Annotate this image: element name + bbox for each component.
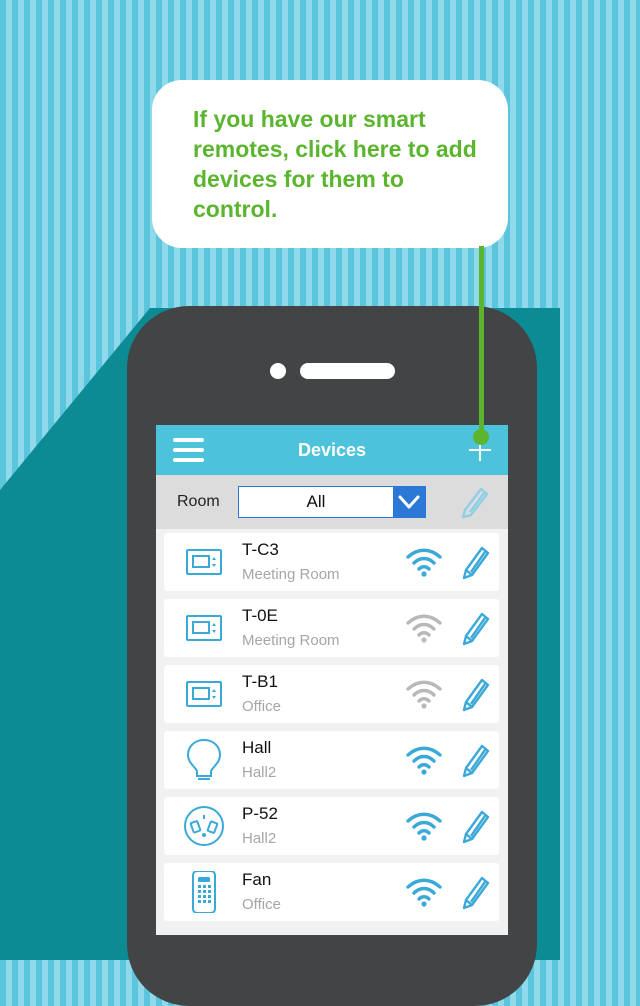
wifi-icon xyxy=(405,811,443,841)
device-room: Hall2 xyxy=(242,764,277,781)
list-item[interactable]: T-C3 Meeting Room xyxy=(164,533,499,591)
pencil-icon[interactable] xyxy=(459,874,491,910)
wifi-icon xyxy=(405,877,443,907)
pencil-icon[interactable] xyxy=(459,610,491,646)
device-room: Hall2 xyxy=(242,830,277,847)
app-screen: Devices Room All T-C3 Meeting Room T-0E Mee… xyxy=(156,425,508,935)
pencil-icon[interactable] xyxy=(459,544,491,580)
chevron-down-icon xyxy=(393,487,425,517)
page-title: Devices xyxy=(297,440,367,460)
list-item[interactable]: P-52 Hall2 xyxy=(164,797,499,855)
device-name: T-B1 xyxy=(242,672,278,691)
room-select-value: All xyxy=(306,492,326,511)
list-item[interactable]: Hall Hall2 xyxy=(164,731,499,789)
pencil-icon[interactable] xyxy=(459,742,491,778)
plug-icon xyxy=(182,805,226,847)
app-header: Devices xyxy=(156,425,508,475)
wifi-icon xyxy=(405,745,443,775)
device-room: Meeting Room xyxy=(242,566,340,583)
lightbulb-icon xyxy=(182,738,226,781)
room-filter-bar: Room All xyxy=(156,475,508,529)
room-select[interactable]: All xyxy=(238,486,426,518)
list-item[interactable]: T-0E Meeting Room xyxy=(164,599,499,657)
remote-control-icon xyxy=(182,870,226,914)
thermostat-icon xyxy=(182,541,226,583)
callout-text: If you have our smart remotes, click her… xyxy=(193,106,477,222)
pencil-icon[interactable] xyxy=(458,485,490,519)
callout-connector-dot xyxy=(473,429,489,445)
phone-speaker xyxy=(300,363,395,379)
device-name: T-0E xyxy=(242,606,278,625)
pencil-icon[interactable] xyxy=(459,808,491,844)
device-room: Meeting Room xyxy=(242,632,340,649)
phone-camera xyxy=(270,363,286,379)
pencil-icon[interactable] xyxy=(459,676,491,712)
tooltip-callout: If you have our smart remotes, click her… xyxy=(152,80,508,248)
device-room: Office xyxy=(242,896,281,913)
device-name: T-C3 xyxy=(242,540,279,559)
room-label: Room xyxy=(177,493,220,510)
wifi-icon xyxy=(405,679,443,709)
device-name: P-52 xyxy=(242,804,278,823)
device-name: Hall xyxy=(242,738,272,757)
wifi-icon xyxy=(405,613,443,643)
thermostat-icon xyxy=(182,673,226,715)
callout-connector xyxy=(479,246,484,436)
list-item[interactable]: Fan Office xyxy=(164,863,499,921)
thermostat-icon xyxy=(182,607,226,649)
device-room: Office xyxy=(242,698,281,715)
list-item[interactable]: T-B1 Office xyxy=(164,665,499,723)
wifi-icon xyxy=(405,547,443,577)
device-name: Fan xyxy=(242,870,272,889)
